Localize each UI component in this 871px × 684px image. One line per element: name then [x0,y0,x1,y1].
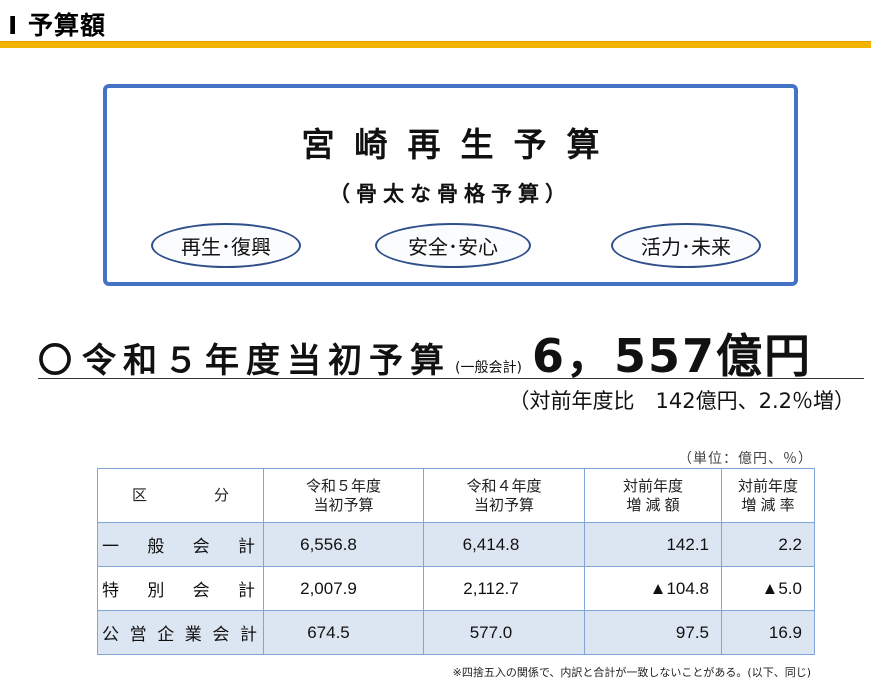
circle-mark: 〇 [38,341,72,381]
cell-diff-amount: 97.5 [584,610,722,655]
cell-diff-rate: 2.2 [721,522,815,567]
budget-table: 区 分 令和５年度 当初予算 令和４年度 当初予算 対前年度 増 減 額 対前年… [97,468,815,655]
comparison-note: （対前年度比 142億円、2.2％増） [508,389,855,413]
budget-headline: 〇 令和５年度当初予算 (一般会計) 6，557億円 [38,320,864,383]
header-r5: 令和５年度 当初予算 [263,468,424,523]
table-row: 公営企業会計 674.5 577.0 97.5 16.9 [97,610,815,655]
cell-diff-amount: ▲104.8 [584,566,722,611]
header-category: 区 分 [97,468,264,523]
box-subtitle: （骨太な骨格予算） [329,182,572,206]
budget-label: 令和５年度当初予算 [82,341,451,381]
footnote: ※四捨五入の関係で、内訳と合計が一致しないことがある。(以下、同じ) [452,666,811,679]
budget-amount: 6，557億円 [531,329,812,383]
row-label: 一般会計 [97,522,264,567]
cell-diff-amount: 142.1 [584,522,722,567]
cell-r4: 2,112.7 [423,566,585,611]
row-label: 特別会計 [97,566,264,611]
header-diff-rate: 対前年度 増 減 率 [721,468,815,523]
budget-note: (一般会計) [455,360,522,376]
table-row: 特別会計 2,007.9 2,112.7 ▲104.8 ▲5.0 [97,566,815,611]
cell-diff-rate: 16.9 [721,610,815,655]
box-title: 宮崎再生予算 [301,125,620,164]
table-header-row: 区 分 令和５年度 当初予算 令和４年度 当初予算 対前年度 増 減 額 対前年… [97,468,815,523]
cell-r5: 2,007.9 [263,566,424,611]
cell-r5: 6,556.8 [263,522,424,567]
heading-rule [0,41,871,48]
header-diff-amount: 対前年度 増 減 額 [584,468,722,523]
row-label: 公営企業会計 [97,610,264,655]
cell-r5: 674.5 [263,610,424,655]
cell-r4: 6,414.8 [423,522,585,567]
table-row: 一般会計 6,556.8 6,414.8 142.1 2.2 [97,522,815,567]
pillar-safety: 安全･安心 [375,223,531,268]
section-heading: Ⅰ 予算額 [8,11,107,40]
pillar-vitality: 活力･未来 [611,223,761,268]
header-r4: 令和４年度 当初予算 [423,468,585,523]
unit-label: （単位：億円、％） [678,451,813,467]
cell-diff-rate: ▲5.0 [721,566,815,611]
cell-r4: 577.0 [423,610,585,655]
pillar-rebirth: 再生･復興 [151,223,301,268]
title-box: 宮崎再生予算 （骨太な骨格予算） 再生･復興 安全･安心 活力･未来 [103,84,798,286]
